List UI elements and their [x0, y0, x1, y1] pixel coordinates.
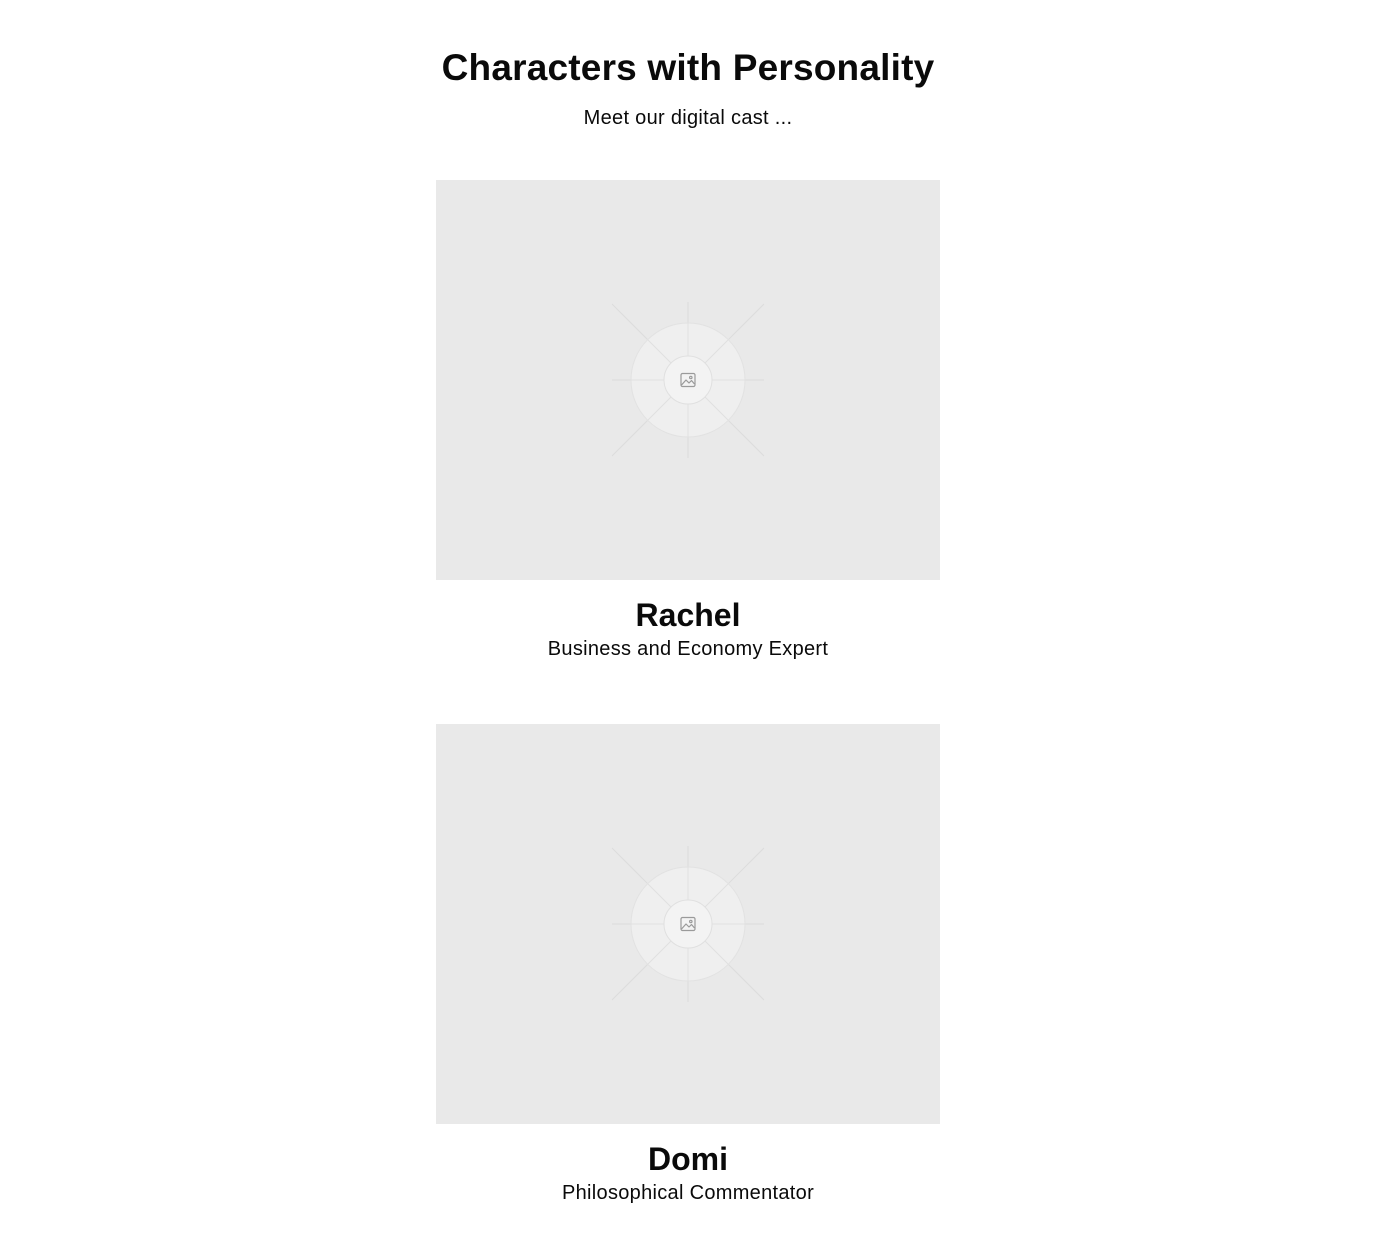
image-placeholder-icon — [611, 302, 765, 458]
page-title: Characters with Personality — [441, 47, 935, 88]
character-role: Business and Economy Expert — [547, 638, 829, 660]
character-image-placeholder — [436, 724, 940, 1124]
image-placeholder-icon — [611, 846, 765, 1002]
character-name: Rachel — [635, 597, 741, 633]
character-image-placeholder — [436, 180, 940, 580]
character-name: Domi — [648, 1141, 728, 1177]
page-subtitle: Meet our digital cast ... — [583, 107, 793, 129]
character-card-domi: Domi Philosophical Commentator — [436, 724, 940, 1206]
character-role: Philosophical Commentator — [561, 1182, 815, 1204]
character-card-rachel: Rachel Business and Economy Expert — [436, 180, 940, 662]
page: Characters with Personality Meet our dig… — [0, 0, 1376, 1252]
